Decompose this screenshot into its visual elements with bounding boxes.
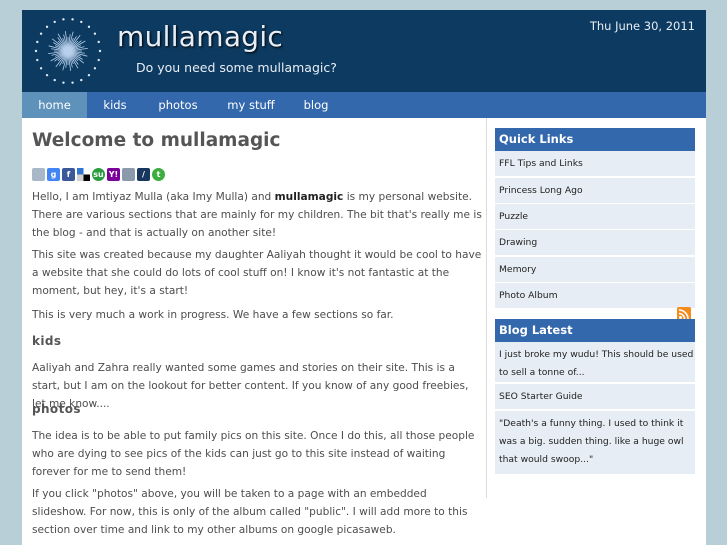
page-container: mullamagic Do you need some mullamagic? … (22, 10, 706, 545)
blog-latest-header: Blog Latest (495, 319, 695, 342)
nav-blog[interactable]: blog (298, 92, 334, 118)
delicious-icon[interactable] (77, 168, 90, 181)
intro-paragraph: Hello, I am Imtiyaz Mulla (aka Imy Mulla… (32, 191, 482, 239)
nav-photos[interactable]: photos (152, 92, 204, 118)
site-tagline: Do you need some mullamagic? (136, 60, 337, 75)
nav-my-stuff[interactable]: my stuff (222, 92, 280, 118)
current-date: Thu June 30, 2011 (589, 19, 695, 33)
quick-link-puzzle[interactable]: Puzzle (495, 204, 695, 230)
site-title[interactable]: mullamagic (117, 20, 283, 53)
livejournal-icon[interactable]: / (137, 168, 150, 181)
quick-link-princess[interactable]: Princess Long Ago (495, 178, 695, 204)
stumbleupon-icon[interactable]: su (92, 168, 105, 181)
print-icon[interactable] (122, 168, 135, 181)
origin-paragraph: This site was created because my daughte… (32, 249, 482, 297)
facebook-icon[interactable]: f (62, 168, 75, 181)
photos-heading: photos (32, 402, 81, 416)
nav-home[interactable]: home (22, 92, 87, 118)
photos-paragraph-2: If you click "photos" above, you will be… (32, 488, 468, 536)
site-header: mullamagic Do you need some mullamagic? … (22, 10, 706, 92)
blog-post-link[interactable]: "Death's a funny thing. I used to think … (495, 411, 695, 475)
nav-kids[interactable]: kids (94, 92, 136, 118)
quick-links-header: Quick Links (495, 128, 695, 151)
site-name-bold: mullamagic (274, 191, 344, 203)
quick-link-photo-album[interactable]: Photo Album (495, 283, 695, 309)
diigo-icon[interactable] (32, 168, 45, 181)
photos-paragraph: The idea is to be able to put family pic… (32, 430, 475, 478)
technorati-icon[interactable]: t (152, 168, 165, 181)
fireworks-logo-icon (34, 18, 102, 84)
yahoo-icon[interactable]: Y! (107, 168, 120, 181)
quick-link-drawing[interactable]: Drawing (495, 230, 695, 256)
quick-link-ffl[interactable]: FFL Tips and Links (495, 151, 695, 177)
blog-post-link[interactable]: SEO Starter Guide (495, 384, 695, 410)
progress-paragraph: This is very much a work in progress. We… (32, 309, 394, 321)
page-title: Welcome to mullamagic (32, 130, 281, 151)
blog-post-link[interactable]: I just broke my wudu! This should be use… (495, 342, 695, 383)
google-icon[interactable]: g (47, 168, 60, 181)
main-navigation: home kids photos my stuff blog (22, 92, 706, 118)
quick-link-memory[interactable]: Memory (495, 257, 695, 283)
main-content: Welcome to mullamagic g f su Y! / t Hell… (22, 118, 487, 536)
kids-heading: kids (32, 334, 62, 348)
